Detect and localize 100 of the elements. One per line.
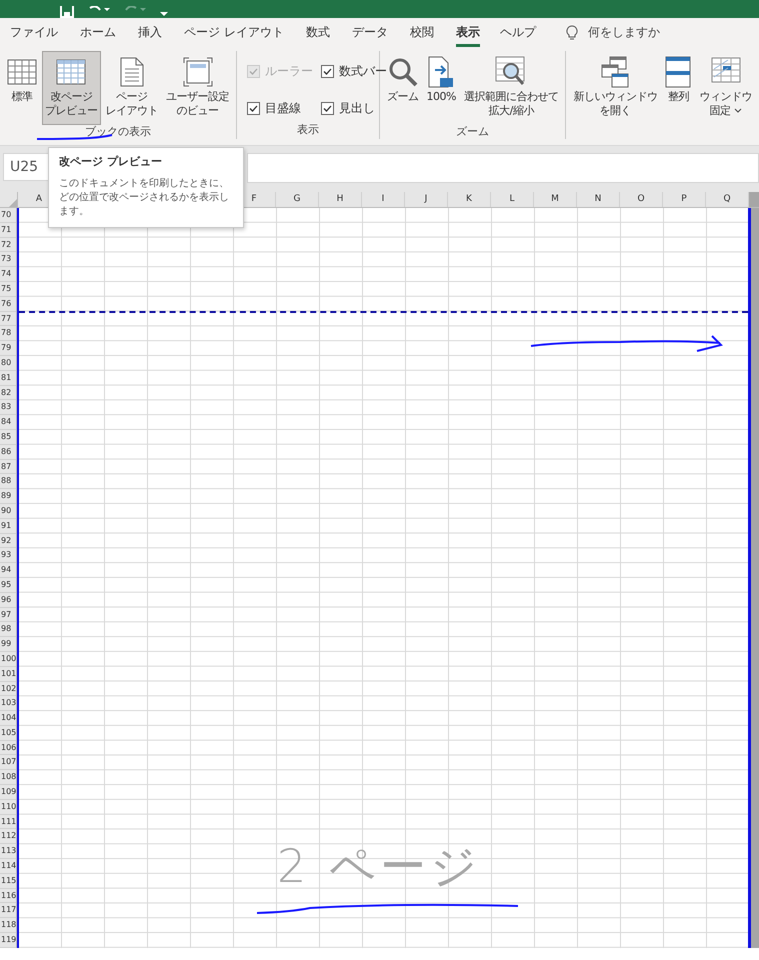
row-header[interactable]: 70 [0,208,16,223]
row-header[interactable]: 84 [0,415,16,430]
row-header[interactable]: 96 [0,592,16,608]
column-header[interactable]: G [276,192,319,207]
row-header[interactable]: 100 [0,652,16,667]
checkbox[interactable] [321,102,334,114]
row-header[interactable]: 77 [0,312,16,326]
checkbox-label: 見出し [339,100,375,116]
row-header[interactable]: 83 [0,400,16,416]
row-header[interactable]: 71 [0,222,16,238]
ribbon-button[interactable]: 新しいウィンドウ を開く [570,51,660,125]
row-header[interactable]: 107 [0,755,16,770]
checkbox[interactable] [247,102,260,114]
column-header[interactable]: J [405,192,448,207]
row-header[interactable]: 95 [0,578,16,593]
row-header[interactable]: 73 [0,252,16,268]
checkbox-label: ルーラー [265,62,313,80]
column-header[interactable]: H [319,192,362,207]
row-header[interactable]: 102 [0,682,16,696]
row-header[interactable]: 86 [0,444,16,460]
ribbon-tab[interactable]: ホーム [80,18,116,47]
row-header[interactable]: 103 [0,696,16,712]
row-header[interactable]: 109 [0,785,16,800]
ribbon-button[interactable]: ユーザー設定 のビュー [163,51,232,125]
row-header[interactable]: 117 [0,903,16,918]
ribbon-button[interactable]: 標準 [4,51,40,125]
row-header[interactable]: 111 [0,814,16,830]
row-header[interactable]: 79 [0,341,16,356]
row-header[interactable]: 74 [0,267,16,282]
row-header[interactable]: 99 [0,637,16,652]
ribbon-tab[interactable]: 挿入 [138,18,162,47]
ribbon-tab[interactable]: 校閲 [410,18,434,47]
row-header[interactable]: 87 [0,460,16,474]
column-header[interactable]: K [448,192,491,207]
row-header[interactable]: 114 [0,859,16,874]
grid-icon [7,59,37,85]
row-header[interactable]: 110 [0,800,16,815]
row-header[interactable]: 113 [0,844,16,860]
row-header[interactable]: 76 [0,296,16,312]
ribbon-button[interactable]: 改ページ プレビュー [42,51,100,125]
column-header[interactable]: M [534,192,577,207]
ribbon-tab[interactable]: 表示 [456,18,480,47]
row-header[interactable]: 116 [0,888,16,904]
row-header[interactable]: 104 [0,711,16,726]
ribbon-tab[interactable]: ファイル [10,18,58,47]
group-label: ズーム [456,125,490,139]
row-header[interactable]: 97 [0,608,16,622]
search-icon [388,57,418,87]
group-label: 表示 [297,123,319,137]
page-break-icon [56,59,86,85]
row-header[interactable]: 81 [0,370,16,386]
ribbon-tab[interactable]: ページ レイアウト [184,18,284,47]
column-header[interactable]: P [663,192,706,207]
page-arrow-icon [428,56,454,88]
checkbox[interactable] [321,64,334,78]
row-header[interactable]: 85 [0,430,16,445]
formula-field[interactable] [247,153,759,183]
row-header[interactable]: 80 [0,356,16,371]
row-header[interactable]: 92 [0,534,16,548]
ribbon-button[interactable]: 選択範囲に合わせて 拡大/縮小 [460,51,562,125]
row-header[interactable]: 88 [0,474,16,490]
ribbon-tab[interactable]: ヘルプ [500,18,536,47]
row-header[interactable]: 119 [0,933,16,948]
column-header[interactable]: O [620,192,663,207]
row-header[interactable]: 72 [0,238,16,252]
row-header[interactable]: 89 [0,489,16,504]
ribbon-tab[interactable]: データ [352,18,388,47]
row-header[interactable]: 82 [0,386,16,400]
lightbulb-icon [566,24,578,40]
zoom-selection-icon [495,56,528,88]
ribbon-button[interactable]: 100% [424,51,459,125]
row-header[interactable]: 98 [0,622,16,638]
ribbon-button[interactable]: ページ レイアウト [102,51,161,125]
ribbon-button[interactable]: 整列 [662,51,694,125]
tell-me-field[interactable]: 何をしますか [588,24,660,41]
checkbox-label: 数式バー [339,62,387,80]
column-header[interactable]: N [577,192,620,207]
row-header[interactable]: 106 [0,740,16,756]
ribbon-button[interactable]: ズーム [384,51,422,125]
row-header[interactable]: 115 [0,874,16,889]
row-header[interactable]: 94 [0,563,16,578]
row-header[interactable]: 101 [0,666,16,682]
row-header[interactable]: 93 [0,548,16,564]
page-number-label: 2 ページ [277,838,481,896]
row-header[interactable]: 108 [0,770,16,786]
row-header[interactable]: 78 [0,326,16,342]
row-header[interactable]: 112 [0,829,16,844]
save-icon[interactable] [60,6,74,18]
window-icon [182,57,212,87]
row-header[interactable]: 105 [0,726,16,741]
ribbon-tab[interactable]: 数式 [306,18,330,47]
arrange-icon [665,56,692,88]
column-header[interactable]: L [491,192,534,207]
row-header[interactable]: 118 [0,918,16,934]
document-icon [120,57,144,87]
row-header[interactable]: 90 [0,504,16,519]
row-header[interactable]: 91 [0,518,16,534]
ribbon-button[interactable]: ウィンドウ 固定 [696,51,755,125]
column-header[interactable]: I [362,192,405,207]
row-header[interactable]: 75 [0,282,16,297]
